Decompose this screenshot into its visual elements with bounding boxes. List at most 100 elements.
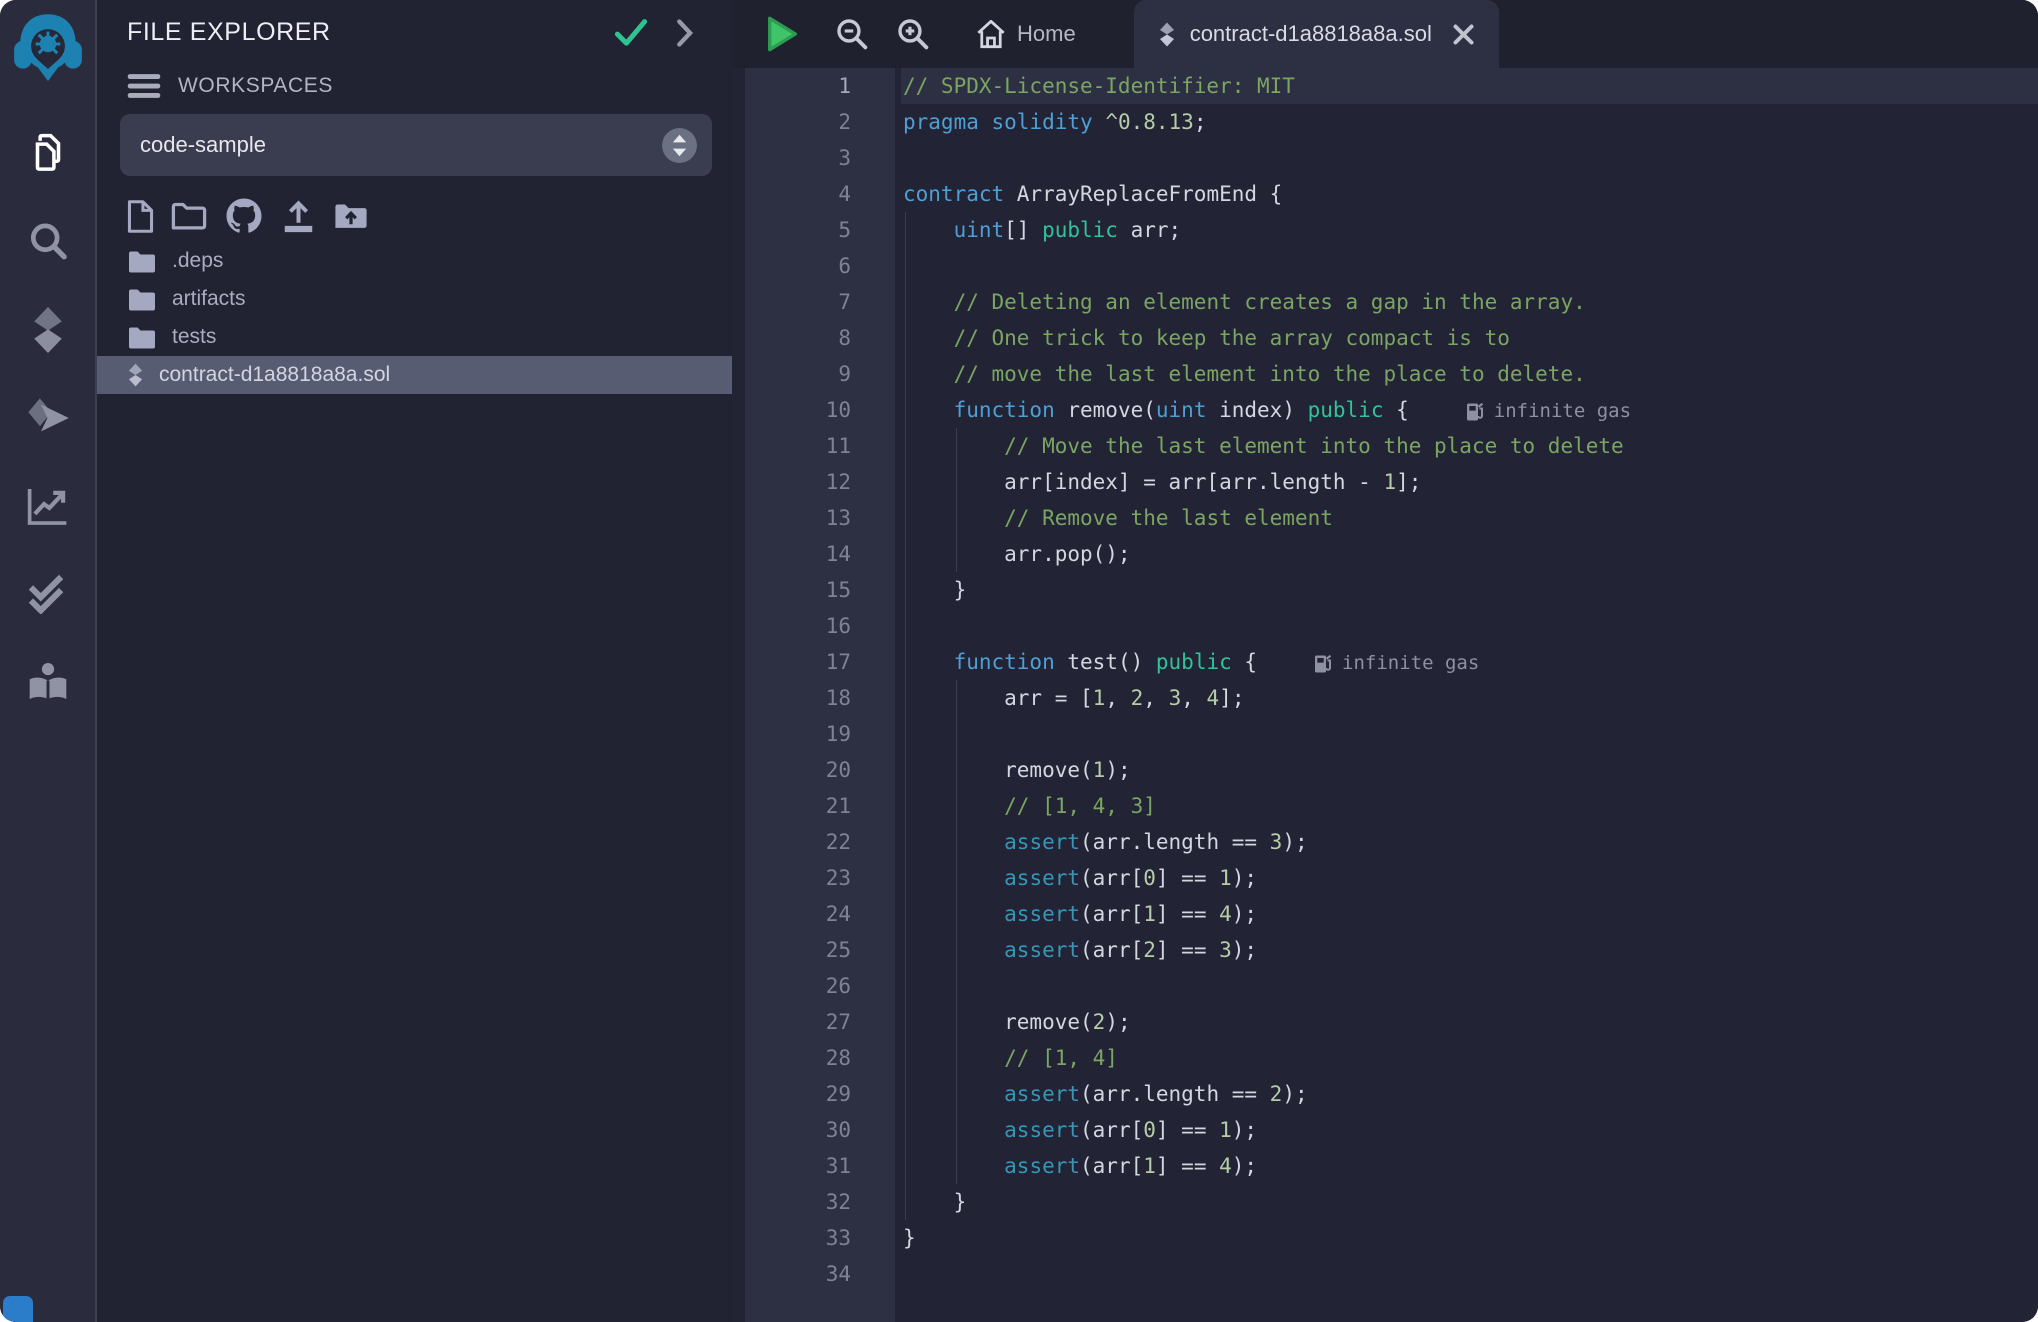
indent-guide bbox=[905, 680, 906, 716]
line-number: 4 bbox=[745, 176, 895, 212]
code-line-17[interactable]: function test() public {infinite gas bbox=[901, 644, 2038, 680]
upload-files-button[interactable] bbox=[281, 199, 316, 234]
folder-icon bbox=[127, 249, 157, 274]
code-line-16[interactable] bbox=[901, 608, 2038, 644]
file-name: .deps bbox=[172, 249, 223, 273]
indent-guide bbox=[905, 284, 906, 320]
code-line-27[interactable]: remove(2); bbox=[901, 1004, 2038, 1040]
code-line-5[interactable]: uint[] public arr; bbox=[901, 212, 2038, 248]
zoom-in-icon[interactable] bbox=[896, 17, 930, 51]
code-line-24[interactable]: assert(arr[1] == 4); bbox=[901, 896, 2038, 932]
file-name: contract-d1a8818a8a.sol bbox=[159, 363, 390, 387]
code-line-29[interactable]: assert(arr.length == 2); bbox=[901, 1076, 2038, 1112]
tree-folder-tests[interactable]: tests bbox=[97, 318, 732, 356]
code-line-32[interactable]: } bbox=[901, 1184, 2038, 1220]
indent-guide bbox=[905, 968, 906, 1004]
close-icon[interactable] bbox=[1452, 23, 1475, 46]
sidebar-item-learn-plugin[interactable] bbox=[0, 638, 96, 726]
create-new-file-button[interactable] bbox=[127, 199, 154, 234]
upload-folder-button[interactable] bbox=[333, 202, 369, 231]
sidebar-item-solidity-compiler[interactable] bbox=[0, 286, 96, 374]
code-line-33[interactable]: } bbox=[901, 1220, 2038, 1256]
indent-guide bbox=[956, 680, 957, 716]
code-line-13[interactable]: // Remove the last element bbox=[901, 500, 2038, 536]
code-line-7[interactable]: // Deleting an element creates a gap in … bbox=[901, 284, 2038, 320]
code-line-2[interactable]: pragma solidity ^0.8.13; bbox=[901, 104, 2038, 140]
line-number: 30 bbox=[745, 1112, 895, 1148]
gas-pump-icon bbox=[1465, 400, 1485, 423]
code-line-8[interactable]: // One trick to keep the array compact i… bbox=[901, 320, 2038, 356]
chevron-right-icon[interactable] bbox=[674, 19, 696, 47]
code-line-28[interactable]: // [1, 4] bbox=[901, 1040, 2038, 1076]
code-line-26[interactable] bbox=[901, 968, 2038, 1004]
indent-guide bbox=[956, 1112, 957, 1148]
code-line-11[interactable]: // Move the last element into the place … bbox=[901, 428, 2038, 464]
new-folder-icon bbox=[171, 202, 207, 231]
tree-folder-artifacts[interactable]: artifacts bbox=[97, 280, 732, 318]
editor-topbar: Home contract-d1a8818a8a.sol bbox=[732, 0, 2038, 68]
folder-icon bbox=[127, 287, 157, 312]
indent-guide bbox=[905, 248, 906, 284]
indent-guide bbox=[956, 932, 957, 968]
line-number: 6 bbox=[745, 248, 895, 284]
clone-git-repository-button[interactable] bbox=[224, 196, 264, 236]
code-line-12[interactable]: arr[index] = arr[arr.length - 1]; bbox=[901, 464, 2038, 500]
sidebar-item-deploy-run[interactable] bbox=[0, 374, 96, 462]
code-line-9[interactable]: // move the last element into the place … bbox=[901, 356, 2038, 392]
code-content: // SPDX-License-Identifier: MITpragma so… bbox=[895, 68, 2038, 1322]
code-line-1[interactable]: // SPDX-License-Identifier: MIT bbox=[901, 68, 2038, 104]
code-line-15[interactable]: } bbox=[901, 572, 2038, 608]
line-number: 15 bbox=[745, 572, 895, 608]
code-line-30[interactable]: assert(arr[0] == 1); bbox=[901, 1112, 2038, 1148]
line-number: 14 bbox=[745, 536, 895, 572]
tree-folder-.deps[interactable]: .deps bbox=[97, 242, 732, 280]
code-line-25[interactable]: assert(arr[2] == 3); bbox=[901, 932, 2038, 968]
workspaces-label: WORKSPACES bbox=[178, 74, 333, 98]
zoom-out-icon[interactable] bbox=[835, 17, 869, 51]
infinite-gas-badge: infinite gas bbox=[1313, 645, 1479, 681]
workspace-select[interactable]: code-sample bbox=[120, 114, 712, 176]
code-line-3[interactable] bbox=[901, 140, 2038, 176]
run-script-button[interactable] bbox=[765, 15, 799, 53]
icon-sidebar bbox=[0, 0, 97, 1322]
hamburger-icon[interactable] bbox=[127, 73, 161, 99]
remix-logo-icon[interactable] bbox=[9, 4, 87, 84]
code-line-31[interactable]: assert(arr[1] == 4); bbox=[901, 1148, 2038, 1184]
tab-contract-file[interactable]: contract-d1a8818a8a.sol bbox=[1134, 0, 1499, 68]
double-check-icon bbox=[27, 574, 69, 614]
indent-guide bbox=[905, 1148, 906, 1184]
tree-file-contract-d1a8818a8a.sol[interactable]: contract-d1a8818a8a.sol bbox=[97, 356, 732, 394]
code-line-20[interactable]: remove(1); bbox=[901, 752, 2038, 788]
code-line-21[interactable]: // [1, 4, 3] bbox=[901, 788, 2038, 824]
code-editor[interactable]: 1234567891011121314151617181920212223242… bbox=[732, 68, 2038, 1322]
line-number: 27 bbox=[745, 1004, 895, 1040]
code-line-19[interactable] bbox=[901, 716, 2038, 752]
sidebar-item-search[interactable] bbox=[0, 198, 96, 286]
stepper-icon[interactable] bbox=[661, 127, 698, 164]
code-line-22[interactable]: assert(arr.length == 3); bbox=[901, 824, 2038, 860]
line-number: 7 bbox=[745, 284, 895, 320]
indent-guide bbox=[956, 716, 957, 752]
indent-guide bbox=[956, 500, 957, 536]
stats-icon bbox=[27, 486, 69, 526]
sidebar-item-static-analysis[interactable] bbox=[0, 462, 96, 550]
tab-home[interactable]: Home bbox=[976, 0, 1076, 68]
code-line-4[interactable]: contract ArrayReplaceFromEnd { bbox=[901, 176, 2038, 212]
code-line-23[interactable]: assert(arr[0] == 1); bbox=[901, 860, 2038, 896]
code-line-18[interactable]: arr = [1, 2, 3, 4]; bbox=[901, 680, 2038, 716]
check-icon[interactable] bbox=[614, 19, 648, 47]
code-line-34[interactable] bbox=[901, 1256, 2038, 1292]
sidebar-item-unit-testing[interactable] bbox=[0, 550, 96, 638]
indent-guide bbox=[905, 896, 906, 932]
editor-area: Home contract-d1a8818a8a.sol 12345678910… bbox=[732, 0, 2038, 1322]
bottom-plugin-chip[interactable] bbox=[3, 1296, 33, 1322]
indent-guide bbox=[905, 536, 906, 572]
file-explorer-header: FILE EXPLORER bbox=[97, 0, 732, 47]
create-new-folder-button[interactable] bbox=[171, 202, 207, 231]
sidebar-item-file-explorer[interactable] bbox=[0, 110, 96, 198]
code-line-10[interactable]: function remove(uint index) public {infi… bbox=[901, 392, 2038, 428]
line-number: 25 bbox=[745, 932, 895, 968]
code-line-14[interactable]: arr.pop(); bbox=[901, 536, 2038, 572]
code-line-6[interactable] bbox=[901, 248, 2038, 284]
gas-label: infinite gas bbox=[1342, 645, 1479, 681]
